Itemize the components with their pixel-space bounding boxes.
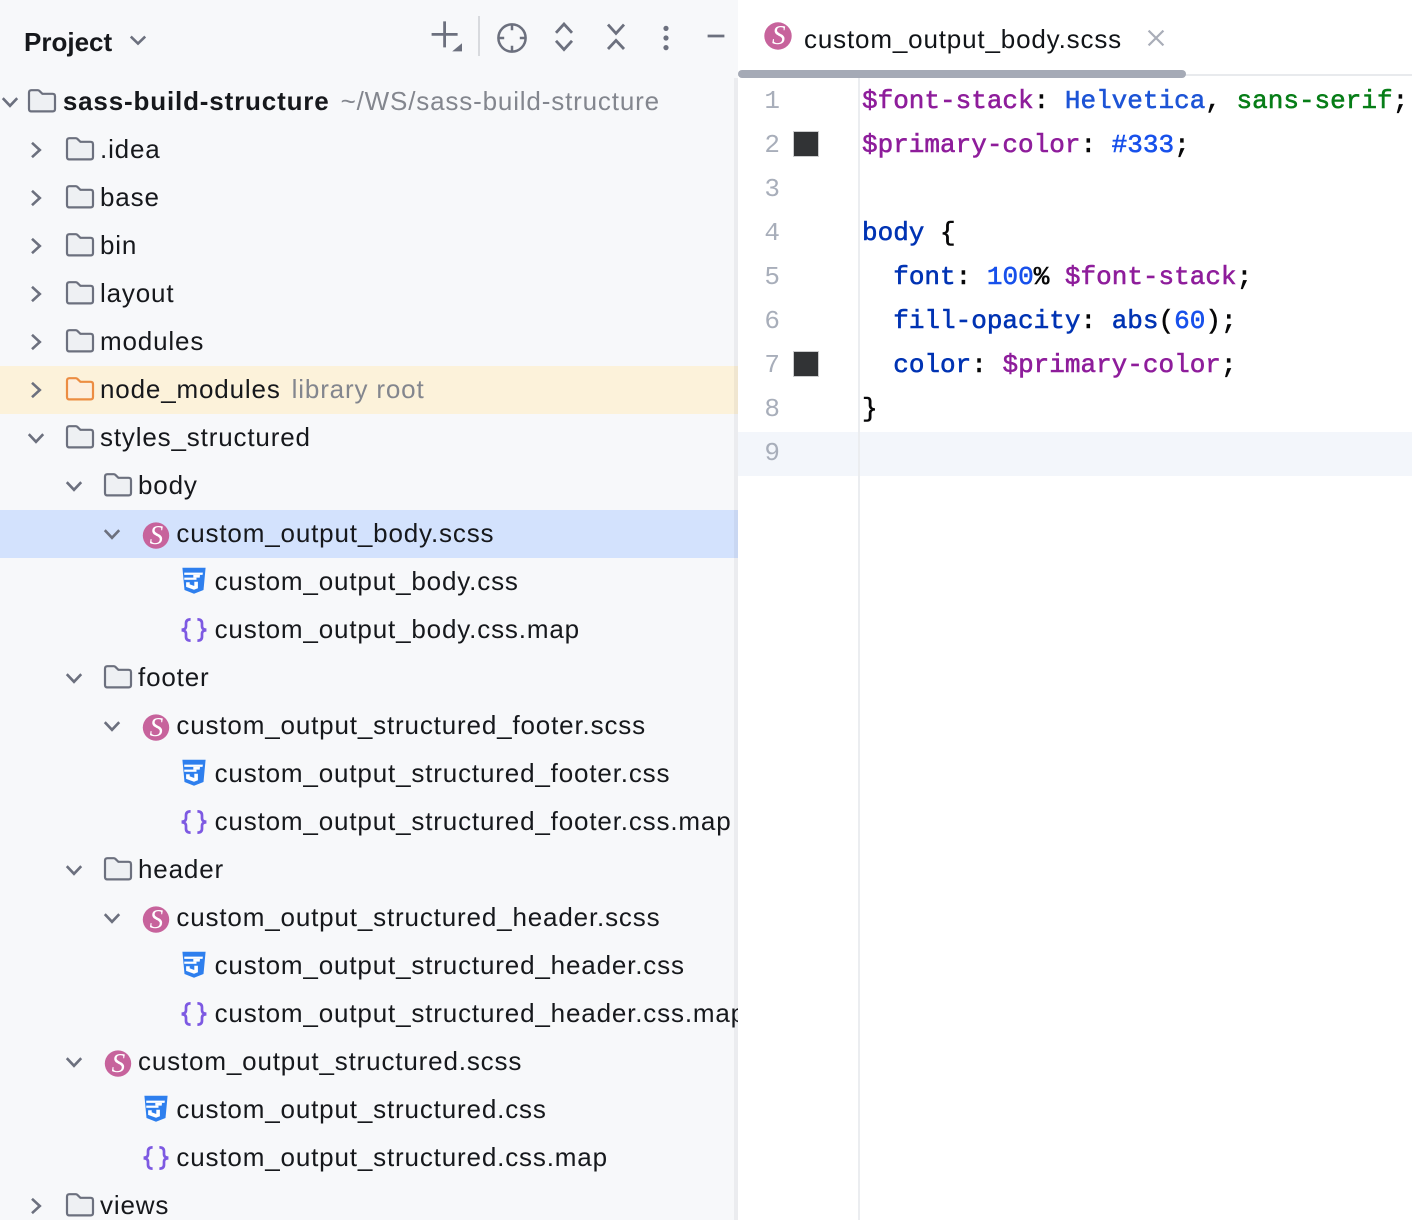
svg-text:S: S bbox=[771, 19, 785, 49]
svg-text:S: S bbox=[150, 903, 164, 933]
svg-text:S: S bbox=[150, 711, 164, 741]
svg-text:S: S bbox=[150, 519, 164, 549]
svg-text:S: S bbox=[112, 1047, 126, 1077]
